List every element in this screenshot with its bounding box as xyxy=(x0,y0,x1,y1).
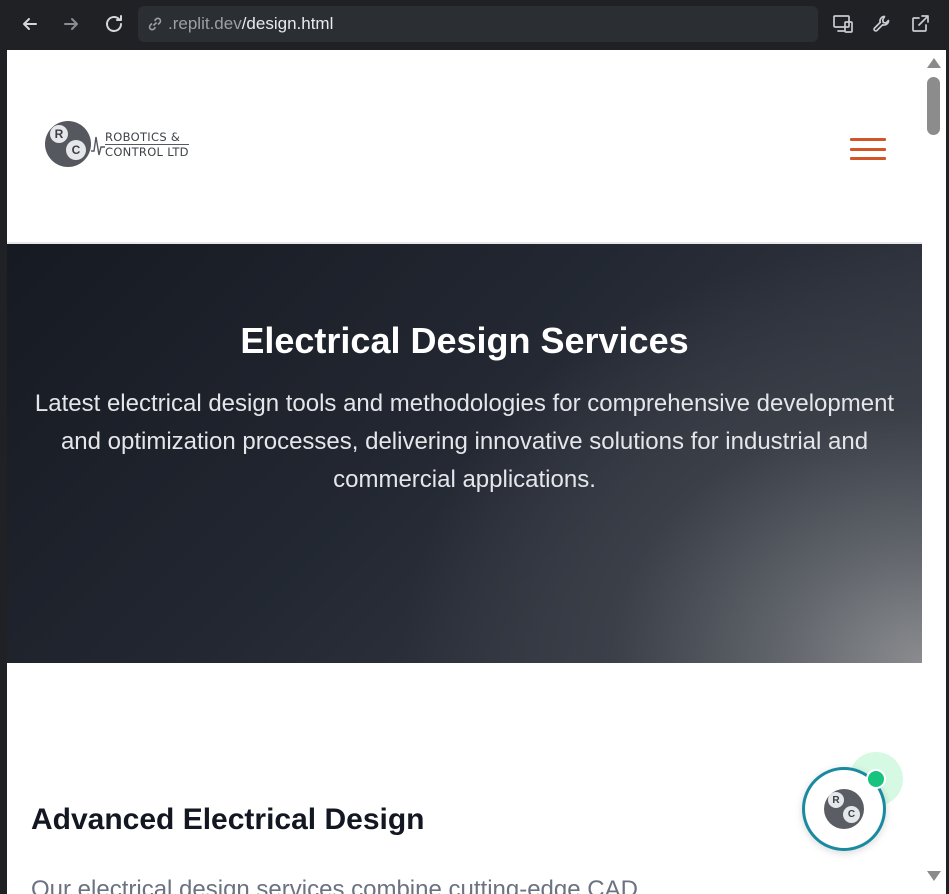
arrow-left-icon xyxy=(23,18,37,30)
logo-line-1: ROBOTICS & xyxy=(105,129,181,144)
hero-section: Electrical Design Services Latest electr… xyxy=(7,244,922,663)
page-viewport: R C ROBOTICS & CONTROL LTD Electrical De… xyxy=(7,50,922,894)
section-title: Advanced Electrical Design xyxy=(31,803,425,836)
scrollbar-thumb[interactable] xyxy=(927,77,940,135)
logo-mark-icon: R C xyxy=(45,121,91,167)
section-text: Our electrical design services combine c… xyxy=(31,876,638,894)
reload-button[interactable] xyxy=(100,10,128,38)
hero-title: Electrical Design Services xyxy=(240,320,689,361)
hamburger-bar xyxy=(850,147,886,151)
link-icon xyxy=(148,17,162,31)
menu-toggle-button[interactable] xyxy=(850,138,886,160)
chat-mark-c: C xyxy=(843,806,860,823)
online-status-dot xyxy=(866,769,886,789)
devtools-button[interactable] xyxy=(870,12,894,36)
page-scrollbar[interactable] xyxy=(922,50,946,894)
hero-description: Latest electrical design tools and metho… xyxy=(34,390,895,493)
back-button[interactable] xyxy=(16,10,44,38)
logo-pulse-line xyxy=(91,129,105,159)
forward-button[interactable] xyxy=(57,10,85,38)
chat-mark-r: R xyxy=(828,792,844,808)
url-text: .replit.dev/design.html xyxy=(168,14,333,34)
site-header: R C ROBOTICS & CONTROL LTD xyxy=(7,50,922,244)
chat-logo-icon: R C xyxy=(824,789,864,829)
address-bar[interactable]: .replit.dev/design.html xyxy=(138,6,818,42)
hamburger-bar xyxy=(850,157,886,160)
url-host: .replit.dev xyxy=(168,14,242,33)
url-path: /design.html xyxy=(241,14,334,33)
devices-button[interactable] xyxy=(831,12,855,36)
company-logo[interactable]: R C ROBOTICS & CONTROL LTD xyxy=(45,121,189,167)
hamburger-bar xyxy=(850,138,886,141)
browser-toolbar: .replit.dev/design.html xyxy=(0,0,949,50)
scroll-up-arrow-icon[interactable] xyxy=(927,58,941,68)
scroll-down-arrow-icon[interactable] xyxy=(927,871,941,881)
external-link-icon xyxy=(912,15,929,32)
logo-line-2: CONTROL LTD xyxy=(105,143,189,159)
arrow-right-icon xyxy=(64,18,78,30)
logo-wordmark: ROBOTICS & CONTROL LTD xyxy=(105,130,189,159)
wrench-icon xyxy=(873,15,890,32)
reload-icon xyxy=(106,15,122,32)
logo-mark-c: C xyxy=(66,140,86,160)
devices-icon xyxy=(833,15,853,33)
open-new-tab-button[interactable] xyxy=(908,12,932,36)
logo-mark-r: R xyxy=(50,125,68,143)
